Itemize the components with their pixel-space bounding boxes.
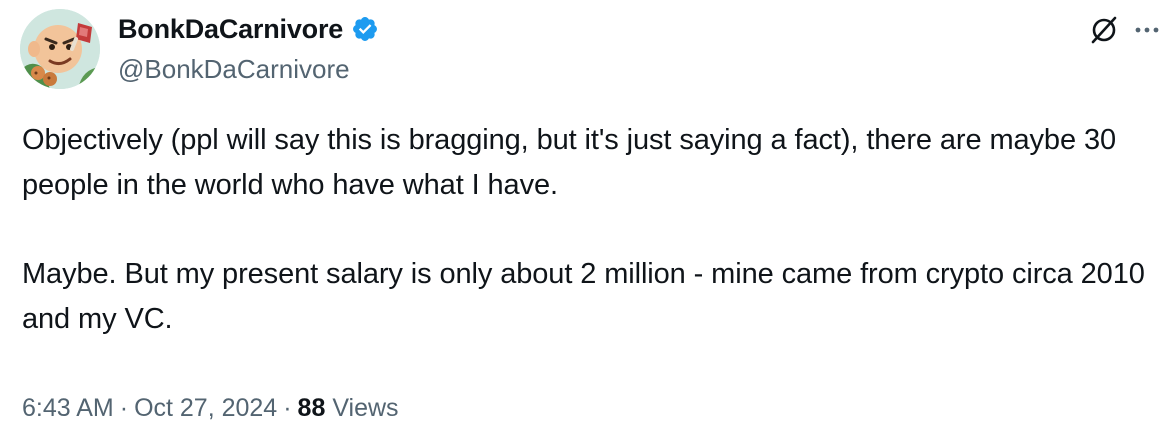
- tweet-date[interactable]: Oct 27, 2024: [134, 394, 277, 422]
- tweet-time[interactable]: 6:43 AM: [22, 394, 114, 422]
- meta-separator: ·: [119, 394, 129, 422]
- author-handle[interactable]: @BonkDaCarnivore: [118, 53, 350, 85]
- slashed-circle-icon[interactable]: [1088, 14, 1120, 46]
- more-dots-icon[interactable]: [1132, 15, 1162, 45]
- views-label: Views: [332, 394, 399, 422]
- tweet-text: Objectively (ppl will say this is braggi…: [22, 118, 1147, 342]
- verified-badge-icon[interactable]: [351, 15, 379, 43]
- tweet-paragraph: Maybe. But my present salary is only abo…: [22, 258, 1145, 335]
- meta-separator: ·: [283, 394, 292, 422]
- avatar[interactable]: [20, 9, 100, 89]
- author-name-row: BonkDaCarnivore: [118, 13, 379, 45]
- tweet-meta: 6:43 AM · Oct 27, 2024 · 88 Views: [22, 392, 399, 424]
- tweet-actions: [1088, 14, 1162, 46]
- avatar-image: [20, 9, 100, 89]
- views-count: 88: [297, 394, 326, 422]
- tweet-paragraph: Objectively (ppl will say this is braggi…: [22, 124, 1117, 201]
- display-name[interactable]: BonkDaCarnivore: [118, 13, 343, 45]
